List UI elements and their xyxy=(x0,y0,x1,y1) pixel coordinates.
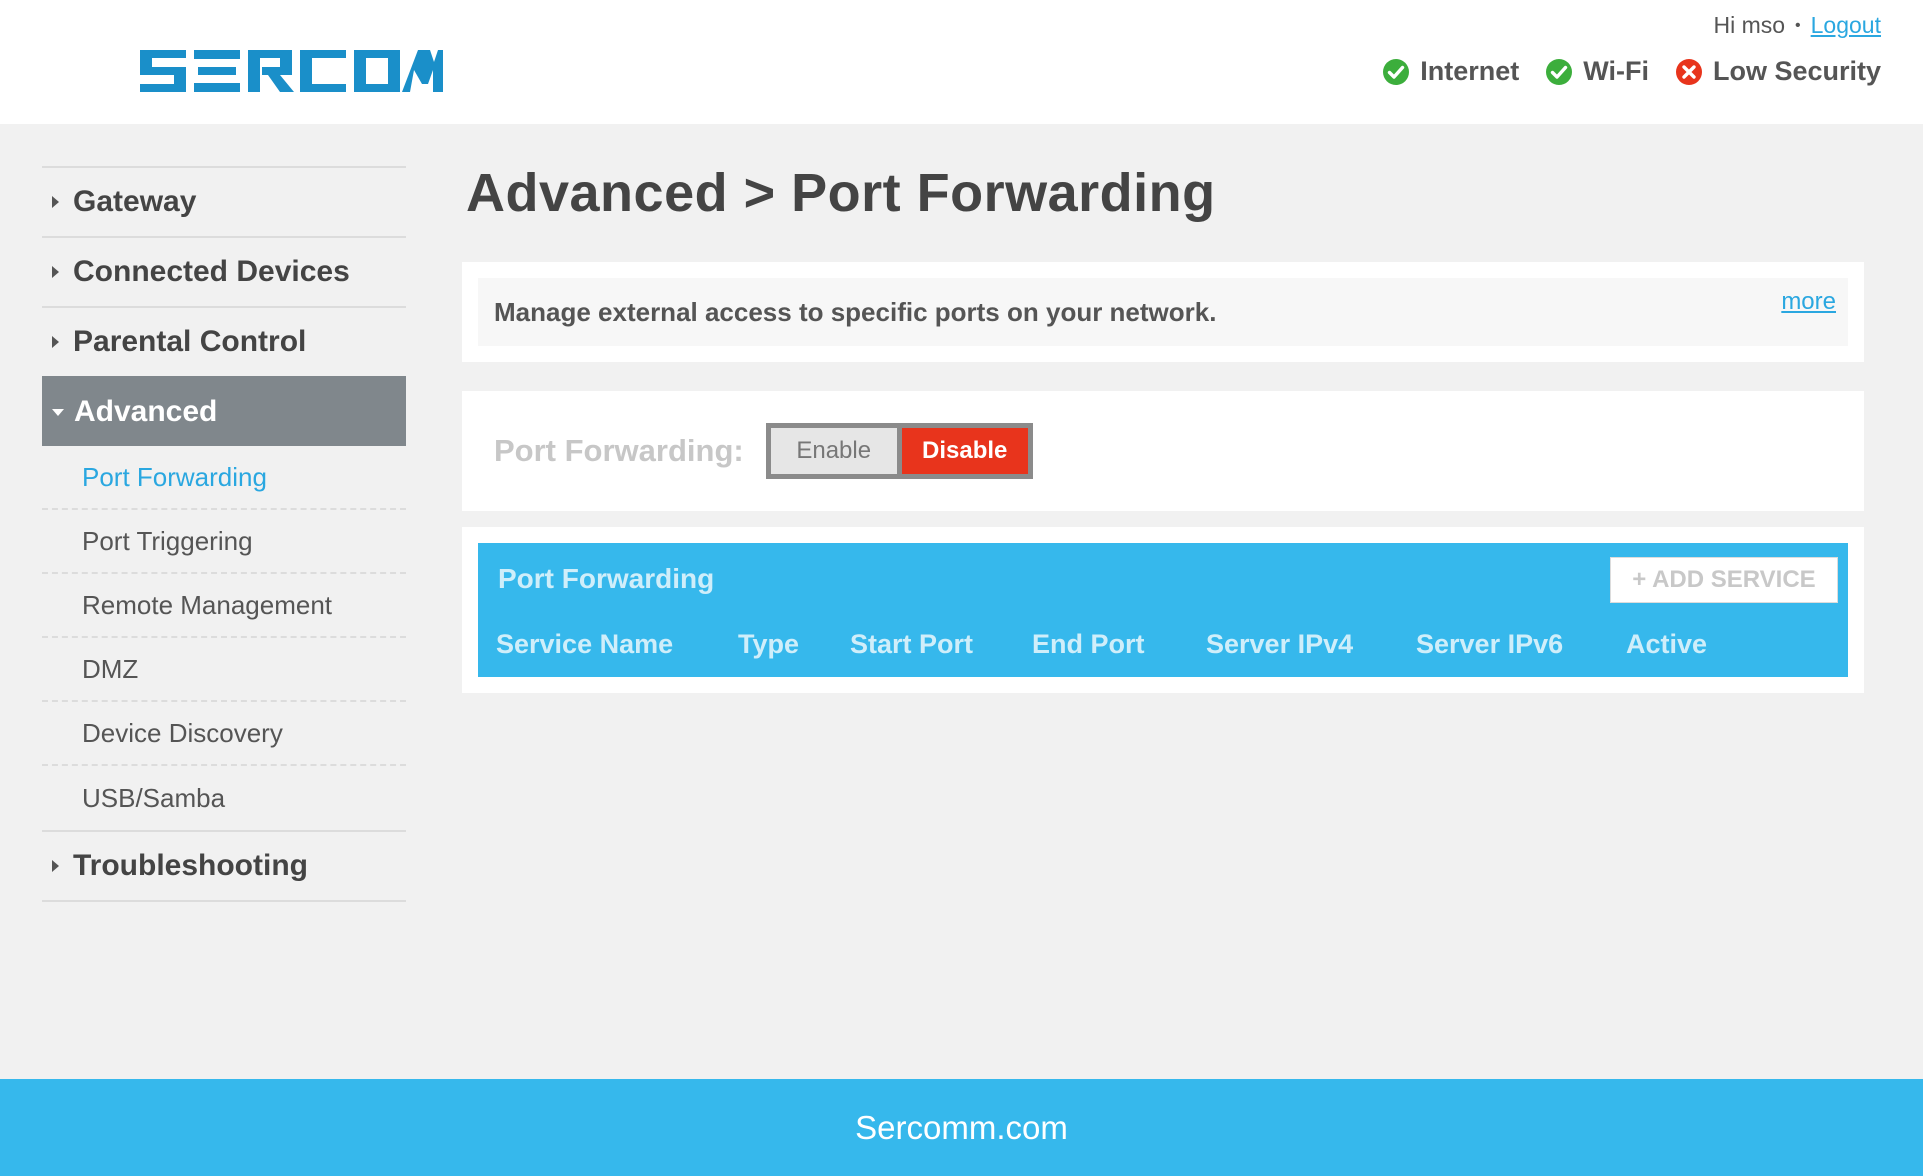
chevron-right-icon xyxy=(52,196,59,208)
toggle-card: Port Forwarding: Enable Disable xyxy=(462,391,1864,511)
sidebar-item-parental-control[interactable]: Parental Control xyxy=(42,306,406,376)
sidebar-subitem-remote-management[interactable]: Remote Management xyxy=(42,574,406,638)
user-line: Hi mso • Logout xyxy=(1713,12,1881,39)
chevron-right-icon xyxy=(52,266,59,278)
footer-text[interactable]: Sercomm.com xyxy=(855,1109,1068,1147)
column-header-start-port: Start Port xyxy=(850,629,974,659)
sidebar-item-gateway[interactable]: Gateway xyxy=(42,166,406,236)
status-security: Low Security xyxy=(1675,56,1881,87)
sidebar-item-label: Gateway xyxy=(73,185,197,218)
table-card: Port Forwarding + ADD SERVICE Service Na… xyxy=(462,527,1864,693)
description-box: Manage external access to specific ports… xyxy=(478,278,1848,346)
sercomm-logo xyxy=(140,50,443,92)
logout-link[interactable]: Logout xyxy=(1811,12,1881,39)
table-title: Port Forwarding xyxy=(498,563,715,594)
more-link[interactable]: more xyxy=(1781,288,1836,316)
greeting: Hi mso xyxy=(1713,12,1786,38)
column-header-active: Active xyxy=(1626,629,1708,659)
status-label: Internet xyxy=(1420,56,1520,86)
column-header-end-port: End Port xyxy=(1032,629,1145,659)
status-label: Wi-Fi xyxy=(1583,56,1649,86)
enable-button[interactable]: Enable xyxy=(770,428,897,474)
column-header-server-ipv6: Server IPv6 xyxy=(1416,629,1564,659)
status-label: Low Security xyxy=(1712,56,1881,86)
description-text: Manage external access to specific ports… xyxy=(494,296,1217,327)
chevron-right-icon xyxy=(52,336,59,348)
separator-dot: • xyxy=(1795,16,1801,34)
add-service-button[interactable]: + ADD SERVICE xyxy=(1610,557,1838,603)
sidebar-subitem-port-triggering[interactable]: Port Triggering xyxy=(42,510,406,574)
chevron-down-icon xyxy=(52,408,64,416)
sidebar-item-label: Advanced xyxy=(74,395,218,428)
footer: Sercomm.com xyxy=(0,1079,1923,1176)
column-header-service-name: Service Name xyxy=(496,629,674,659)
sidebar-subitem-port-forwarding[interactable]: Port Forwarding xyxy=(42,446,406,510)
status-bar: Internet Wi-Fi Low Security xyxy=(1382,56,1881,87)
status-wifi: Wi-Fi xyxy=(1545,56,1649,87)
disable-button[interactable]: Disable xyxy=(901,428,1028,474)
x-circle-icon xyxy=(1675,58,1702,85)
sidebar-subitem-dmz[interactable]: DMZ xyxy=(42,638,406,702)
sidebar: Gateway Connected Devices Parental Contr… xyxy=(42,166,406,902)
status-internet: Internet xyxy=(1382,56,1519,87)
sidebar-item-connected-devices[interactable]: Connected Devices xyxy=(42,236,406,306)
description-card: Manage external access to specific ports… xyxy=(462,262,1864,362)
check-circle-icon xyxy=(1546,58,1573,85)
sidebar-item-advanced[interactable]: Advanced xyxy=(42,376,406,446)
sidebar-item-label: Parental Control xyxy=(73,325,307,358)
check-circle-icon xyxy=(1383,58,1410,85)
page-title: Advanced > Port Forwarding xyxy=(466,163,1216,223)
port-forwarding-table: Port Forwarding + ADD SERVICE Service Na… xyxy=(478,543,1848,677)
sidebar-item-label: Troubleshooting xyxy=(73,849,308,882)
column-header-server-ipv4: Server IPv4 xyxy=(1206,629,1354,659)
sidebar-divider xyxy=(42,900,406,902)
column-header-type: Type xyxy=(738,629,800,659)
sidebar-subitem-usb-samba[interactable]: USB/Samba xyxy=(42,766,406,830)
sidebar-item-troubleshooting[interactable]: Troubleshooting xyxy=(42,830,406,900)
chevron-right-icon xyxy=(52,860,59,872)
port-forwarding-toggle: Enable Disable xyxy=(765,423,1033,479)
header: Hi mso • Logout Internet Wi-Fi Low Secur… xyxy=(0,0,1923,124)
toggle-label: Port Forwarding: xyxy=(494,433,744,468)
sidebar-subitem-device-discovery[interactable]: Device Discovery xyxy=(42,702,406,766)
main-area: Gateway Connected Devices Parental Contr… xyxy=(0,124,1923,1079)
sidebar-item-label: Connected Devices xyxy=(73,255,350,288)
